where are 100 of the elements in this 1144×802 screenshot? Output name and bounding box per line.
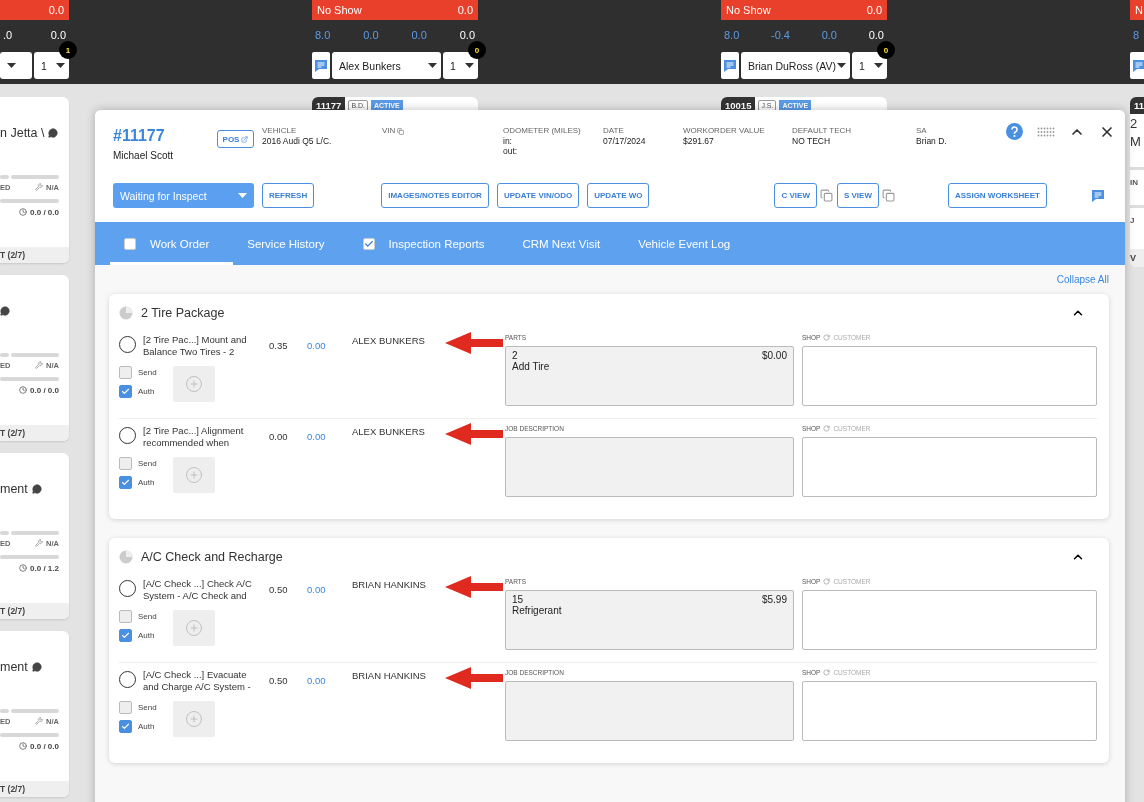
help-icon[interactable] [1006,123,1023,140]
chat-button[interactable] [1130,52,1144,79]
card-footer: T (2/7) [0,603,69,619]
action-button[interactable]: REFRESH [262,183,315,208]
checkbox[interactable] [119,457,132,470]
chat-icon[interactable] [1091,188,1105,203]
field-value: NO TECH [792,136,832,146]
notes-field[interactable] [802,346,1097,406]
technician-name: BRIAN HANKINS [352,578,427,591]
action-button[interactable]: C VIEW [774,183,817,208]
status-label: No Show [317,4,362,16]
radio-button[interactable] [119,336,136,353]
service-price[interactable]: 0.00 [307,425,337,442]
part-quantity: 2 [512,350,518,361]
tech-select[interactable]: Alex Bunkers [332,52,441,79]
count-select[interactable]: 1 [852,52,887,79]
service-hours: 0.00 [269,430,289,442]
hours-value: 0.0 [363,29,379,41]
plus-icon [185,710,203,728]
toggle-icon[interactable] [823,425,831,432]
card-hours: 0.0 / 1.2 [30,563,59,573]
pos-button[interactable]: POS [217,130,254,148]
count-select[interactable]: 1 [443,52,478,79]
card-text: IN [1130,167,1144,187]
description-field[interactable] [505,681,794,741]
card-title: ment [0,660,28,674]
count-select[interactable]: 1 [34,52,69,79]
field-label: VEHICLE [262,126,297,136]
grid-icon[interactable] [1037,126,1055,137]
part-name: Add Tire [512,361,550,372]
plus-icon [185,466,203,484]
service-price[interactable]: 0.00 [307,669,337,686]
status-value: 0.0 [457,4,473,16]
service-price[interactable]: 0.00 [307,334,337,351]
external-link-icon [241,135,249,143]
part-name: Refrigerant [512,605,562,616]
checkbox[interactable] [119,385,132,398]
action-button[interactable]: IMAGES/NOTES EDITOR [381,183,489,208]
copy-icon[interactable] [397,127,405,135]
collapse-all-link[interactable]: Collapse All [1056,274,1109,285]
tab[interactable]: Service History [233,222,349,265]
radio-button[interactable] [119,427,136,444]
field-value: 07/17/2024 [603,136,647,146]
service-description: [A/C Check ...] Check A/C System - A/C Check and [143,578,253,602]
parts-box[interactable]: 2 $0.00 Add Tire [505,346,794,406]
action-button[interactable]: UPDATE WO [587,183,650,208]
toggle-icon[interactable] [823,334,831,341]
service-price[interactable]: 0.00 [307,578,337,595]
copy-icon[interactable] [819,189,833,202]
chat-icon[interactable] [314,58,328,73]
field-value: in: [503,136,513,146]
parts-box[interactable]: 15 $5.99 Refrigerant [505,590,794,650]
wrench-icon [35,361,44,369]
tab[interactable]: Inspection Reports [348,222,509,265]
technician-name: BRIAN HANKINS [352,669,427,682]
notes-field[interactable] [802,437,1097,497]
status-select[interactable]: Waiting for Inspect [113,183,254,208]
job-card[interactable]: 11 2 M IN J V [1130,97,1144,267]
pie-chart-icon [119,550,133,564]
tab-checkbox[interactable] [362,237,375,250]
copy-icon[interactable] [881,189,895,202]
checkbox[interactable] [119,366,132,379]
tab[interactable]: Vehicle Event Log [624,222,755,265]
checkbox[interactable] [119,701,132,714]
checkbox[interactable] [119,629,132,642]
part-quantity: 15 [512,594,524,605]
chat-button[interactable] [721,52,739,79]
notes-field[interactable] [802,590,1097,650]
checkbox[interactable] [119,476,132,489]
action-button[interactable]: ASSIGN WORKSHEET [947,183,1047,208]
card-footer: V [1130,249,1144,267]
checkbox[interactable] [119,720,132,733]
check-icon [121,631,130,640]
radio-button[interactable] [119,580,136,597]
clock-icon [19,564,28,572]
action-button[interactable]: UPDATE VIN/ODO [496,183,580,208]
radio-button[interactable] [119,671,136,688]
count-badge: 0 [877,41,895,59]
chat-icon[interactable] [1132,58,1144,73]
tech-select[interactable] [0,52,32,79]
hours-value: 0.0 [50,29,66,41]
part-price: $5.99 [761,594,787,605]
hours-value: 0.0 [868,29,884,41]
card-title: ment [0,482,28,496]
tab[interactable]: Work Order [110,222,234,265]
hours-value: -0.4 [771,29,790,41]
field-label: DATE [603,126,624,136]
notes-field[interactable] [802,681,1097,741]
toggle-icon[interactable] [823,669,831,676]
tab-checkbox[interactable] [124,237,136,250]
chat-icon[interactable] [723,58,737,73]
action-button[interactable]: S VIEW [836,183,879,208]
tab[interactable]: CRM Next Visit [508,222,625,265]
description-field[interactable] [505,437,794,497]
toggle-icon[interactable] [823,578,831,585]
checkbox-label: Auth [138,631,155,640]
checkbox[interactable] [119,610,132,623]
tech-select[interactable]: Brian DuRoss (AV) [741,52,850,79]
chat-button[interactable] [312,52,330,79]
service-description: [2 Tire Pac...] Mount and Balance Two Tires - 2 [143,334,248,358]
